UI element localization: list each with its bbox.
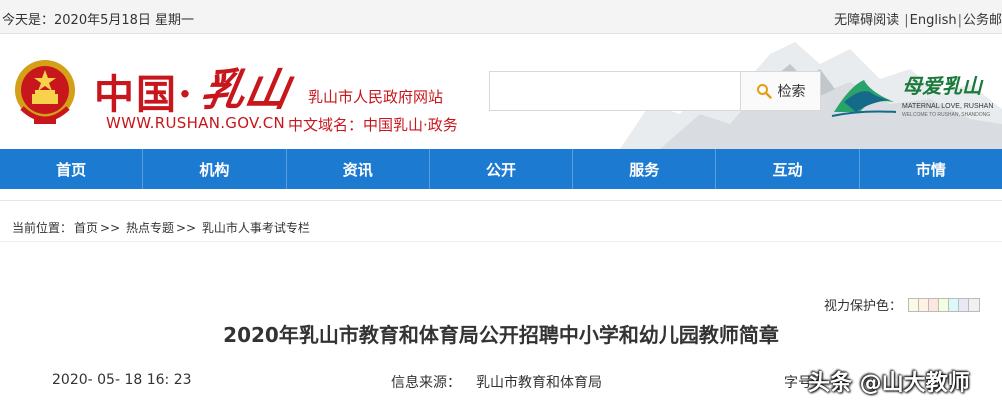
english-link[interactable]: English [910,13,957,28]
nav-organization[interactable]: 机构 [143,149,287,189]
source-label: 信息来源： [391,375,461,391]
national-emblem-logo [15,60,75,124]
site-header: 中国· 乳山 乳山市人民政府网站 WWW.RUSHAN.GOV.CN 中文域名：… [0,34,1002,149]
link-separator: | [957,13,962,28]
watermark: 头条 @山大教师 [808,371,970,396]
eye-protection-label: 视力保护色： [824,299,903,314]
top-links: 无障碍阅读 |English|公务邮 [834,9,1002,28]
link-separator: | [904,13,909,28]
current-date: 今天是：2020年5月18日 星期一 [2,13,195,28]
source-value: 乳山市教育和体育局 [476,375,602,391]
breadcrumb-topic[interactable]: 热点专题 [126,221,174,235]
breadcrumb-current[interactable]: 乳山市人事考试专栏 [202,221,310,235]
color-swatch[interactable] [949,298,960,311]
color-swatch[interactable] [969,298,980,311]
color-swatch[interactable] [939,298,950,311]
site-url: WWW.RUSHAN.GOV.CN [106,114,286,132]
nav-news[interactable]: 资讯 [287,149,430,189]
chinese-domain: 中文域名：中国乳山·政务 [288,116,458,134]
article-title: 2020年乳山市教育和体育局公开招聘中小学和幼儿园教师简章 [223,323,779,347]
article-area: 当前位置： 首页 >> 热点专题 >> 乳山市人事考试专栏 视力保护色： 2020年乳… [0,200,1002,407]
top-utility-bar: 今天是：2020年5月18日 星期一 无障碍阅读 |English|公务邮 [0,0,1002,34]
breadcrumb-separator: >> [175,221,197,235]
nav-services[interactable]: 服务 [573,149,717,189]
color-swatches [908,297,981,312]
mail-link[interactable]: 公务邮 [963,13,1002,28]
eye-protection-selector: 视力保护色： [824,295,981,314]
color-swatch[interactable] [909,298,920,311]
logo-title: 母爱乳山 [902,74,982,98]
breadcrumb-label: 当前位置： [12,221,73,235]
color-swatch[interactable] [929,298,940,311]
search-button-label: 检索 [777,84,806,100]
site-name: 乳山市人民政府网站 [308,88,444,106]
main-navigation: 首页 机构 资讯 公开 服务 互动 市情 [0,149,1002,189]
nav-public[interactable]: 公开 [430,149,574,189]
breadcrumb-home[interactable]: 首页 [74,221,98,235]
search-button[interactable]: 检索 [741,71,821,111]
logo-english: MATERNAL LOVE, RUSHAN [902,103,994,110]
logo-subtitle: MATERNAL LOVE, RUSHAN WELCOME TO RUSHAN,… [902,102,993,120]
accessibility-link[interactable]: 无障碍阅读 [834,13,899,28]
search-icon [756,84,772,99]
publish-date: 2020- 05- 18 16: 23 [52,372,192,388]
color-swatch[interactable] [919,298,930,311]
nav-city-info[interactable]: 市情 [860,149,1002,189]
divider [0,241,1002,242]
maternal-love-logo [831,80,897,117]
brand-rushan-calligraphy: 乳山 [196,65,294,116]
brand-china-text: 中国· [94,71,194,118]
nav-interaction[interactable]: 互动 [716,149,860,189]
nav-home[interactable]: 首页 [0,149,144,189]
search-input[interactable] [489,71,741,111]
breadcrumb-separator: >> [100,221,121,235]
breadcrumb: 当前位置： 首页 >> 热点专题 >> 乳山市人事考试专栏 [12,219,312,236]
color-swatch[interactable] [959,298,970,311]
logo-english-small: WELCOME TO RUSHAN, SHANDONG [902,112,991,118]
